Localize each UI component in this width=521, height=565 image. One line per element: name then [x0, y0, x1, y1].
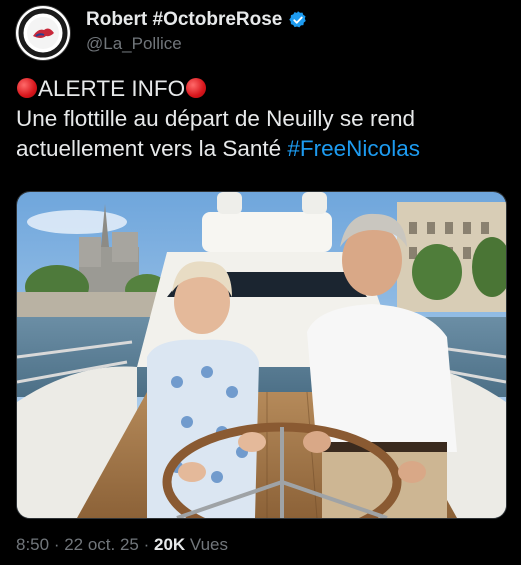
hashtag-link[interactable]: #FreeNicolas — [287, 136, 420, 161]
views-count: 20K — [153, 535, 186, 554]
tweet-line-alert: ALERTE INFO — [16, 74, 511, 104]
tweet-line-2: Une flottille au départ de Neuilly se re… — [16, 106, 415, 131]
author-display-name[interactable]: Robert #OctobreRose — [86, 9, 282, 31]
red-circle-emoji-icon — [17, 78, 37, 98]
alert-label: ALERTE INFO — [38, 76, 186, 101]
yacht-photo — [17, 192, 506, 518]
tweet-text: ALERTE INFO Une flottille au départ de N… — [16, 74, 511, 164]
tweet-media-photo[interactable] — [16, 191, 507, 519]
author-handle[interactable]: @La_Pollice — [86, 34, 182, 54]
views-label: Vues — [185, 535, 229, 554]
author-name-row[interactable]: Robert #OctobreRose — [86, 9, 308, 31]
tweet-time[interactable]: 8:50 — [16, 535, 49, 554]
meta-separator: · — [49, 535, 65, 554]
tweet-date[interactable]: 22 oct. 25 — [64, 535, 139, 554]
author-avatar[interactable] — [16, 6, 70, 60]
police-badge-logo-icon — [17, 7, 69, 59]
tweet-metadata: 8:50 · 22 oct. 25 · 20K Vues — [16, 535, 228, 555]
red-circle-emoji-icon — [186, 78, 207, 98]
tweet-line-3-text: actuellement vers la Santé — [16, 136, 288, 161]
tweet-line-3: actuellement vers la Santé #FreeNicolas — [16, 134, 511, 164]
meta-separator: · — [138, 535, 154, 554]
verified-badge-icon — [289, 11, 307, 28]
